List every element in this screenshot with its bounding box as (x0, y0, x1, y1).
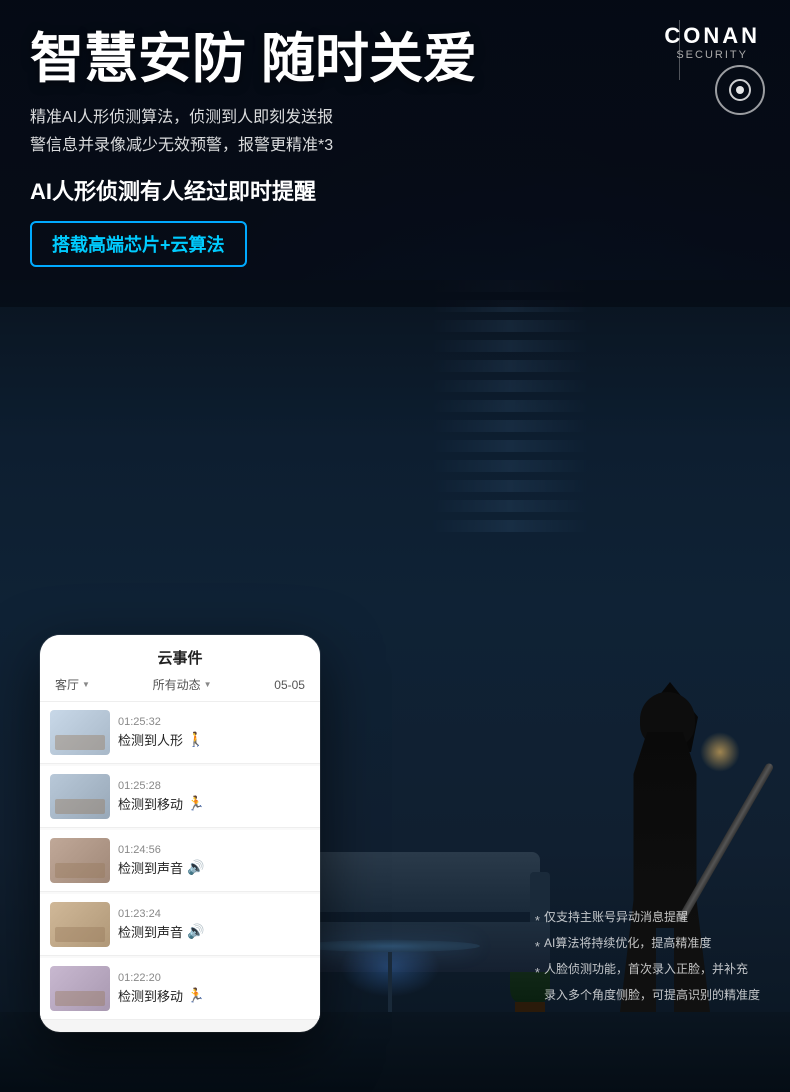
note-item-1: * 仅支持主账号异动消息提醒 (535, 908, 760, 934)
note-text-2: AI算法将持续优化，提高精准度 (544, 934, 711, 952)
event-icon-sound-4: 🔊 (187, 923, 204, 940)
event-label-5: 检测到移动 (118, 986, 183, 1005)
camera-circle-outer (715, 65, 765, 115)
event-desc-1: 检测到人形 🚶 (118, 730, 310, 749)
event-item-1: 01:25:32 检测到人形 🚶 (40, 702, 320, 764)
event-time-5: 01:22:20 (118, 972, 310, 984)
filter-state-label: 所有动态 (153, 676, 201, 693)
event-info-4: 01:23:24 检测到声音 🔊 (110, 908, 310, 941)
event-thumb-3 (50, 838, 110, 883)
note-item-2: * AI算法将持续优化，提高精准度 (535, 934, 760, 960)
sub-title: AI人形侦测有人经过即时提醒 (30, 174, 760, 206)
event-desc-3: 检测到声音 🔊 (118, 858, 310, 877)
event-info-5: 01:22:20 检测到移动 🏃 (110, 972, 310, 1005)
brand-sub: SECURITY (664, 49, 760, 61)
note-text-1: 仅支持主账号异动消息提醒 (544, 908, 688, 926)
event-list: 01:25:32 检测到人形 🚶 01:25:28 检测到移动 🏃 (40, 702, 320, 1020)
camera-circle-inner (729, 79, 751, 101)
event-time-2: 01:25:28 (118, 780, 310, 792)
event-icon-motion-2: 🏃 (187, 795, 204, 812)
note-star-3: * (535, 960, 540, 986)
filter-room[interactable]: 客厅 ▼ (55, 676, 90, 693)
filter-date: 05-05 (274, 678, 305, 692)
desc-line1: 精准AI人形侦测算法，侦测到人即刻发送报 (30, 109, 333, 126)
event-info-1: 01:25:32 检测到人形 🚶 (110, 716, 310, 749)
event-desc-5: 检测到移动 🏃 (118, 986, 310, 1005)
note-star-2: * (535, 934, 540, 960)
event-icon-motion-5: 🏃 (187, 987, 204, 1004)
event-item-2: 01:25:28 检测到移动 🏃 (40, 766, 320, 828)
event-info-3: 01:24:56 检测到声音 🔊 (110, 844, 310, 877)
event-item-4: 01:23:24 检测到声音 🔊 (40, 894, 320, 956)
event-icon-sound-3: 🔊 (187, 859, 204, 876)
phone-filters: 客厅 ▼ 所有动态 ▼ 05-05 (55, 676, 305, 693)
tag-badge: 搭载高端芯片+云算法 (30, 221, 247, 267)
brand-logo: CONAN SECURITY (664, 25, 760, 61)
note-text-4: 录入多个角度侧脸，可提高识别的精准度 (544, 986, 760, 1004)
notes-section: * 仅支持主账号异动消息提醒 * AI算法将持续优化，提高精准度 * 人脸侦测功… (535, 908, 760, 1012)
event-time-1: 01:25:32 (118, 716, 310, 728)
note-star-1: * (535, 908, 540, 934)
table-decoration (300, 940, 480, 1012)
phone-mockup: 云事件 客厅 ▼ 所有动态 ▼ 05-05 (40, 635, 320, 1032)
filter-room-arrow: ▼ (82, 680, 90, 689)
phone-header: 云事件 客厅 ▼ 所有动态 ▼ 05-05 (40, 635, 320, 702)
event-item-5: 01:22:20 检测到移动 🏃 (40, 958, 320, 1020)
description: 精准AI人形侦测算法，侦测到人即刻发送报 警信息并录像减少无效预警，报警更精准*… (30, 104, 580, 158)
note-text-3: 人脸侦测功能，首次录入正脸，并补充 (544, 960, 748, 978)
filter-state-arrow: ▼ (204, 680, 212, 689)
note-item-4: * 录入多个角度侧脸，可提高识别的精准度 (535, 986, 760, 1012)
event-thumb-2 (50, 774, 110, 819)
event-thumb-4 (50, 902, 110, 947)
note-item-3: * 人脸侦测功能，首次录入正脸，并补充 (535, 960, 760, 986)
event-time-3: 01:24:56 (118, 844, 310, 856)
event-label-3: 检测到声音 (118, 858, 183, 877)
phone-title: 云事件 (55, 647, 305, 668)
camera-dot (736, 86, 744, 94)
main-title: 智慧安防 随时关爱 (30, 30, 760, 89)
header-section: CONAN SECURITY 智慧安防 随时关爱 精准AI人形侦测算法，侦测到人… (0, 0, 790, 307)
event-desc-2: 检测到移动 🏃 (118, 794, 310, 813)
camera-icon-wrap (715, 65, 765, 115)
event-desc-4: 检测到声音 🔊 (118, 922, 310, 941)
filter-room-label: 客厅 (55, 676, 79, 693)
event-label-2: 检测到移动 (118, 794, 183, 813)
event-item-3: 01:24:56 检测到声音 🔊 (40, 830, 320, 892)
phone-frame: 云事件 客厅 ▼ 所有动态 ▼ 05-05 (40, 635, 320, 1032)
event-time-4: 01:23:24 (118, 908, 310, 920)
event-thumb-1 (50, 710, 110, 755)
event-info-2: 01:25:28 检测到移动 🏃 (110, 780, 310, 813)
desc-line2: 警信息并录像减少无效预警，报警更精准*3 (30, 137, 333, 154)
filter-state[interactable]: 所有动态 ▼ (153, 676, 212, 693)
event-icon-person-1: 🚶 (187, 731, 204, 748)
event-thumb-5 (50, 966, 110, 1011)
event-label-1: 检测到人形 (118, 730, 183, 749)
event-label-4: 检测到声音 (118, 922, 183, 941)
brand-name: CONAN (664, 25, 760, 47)
